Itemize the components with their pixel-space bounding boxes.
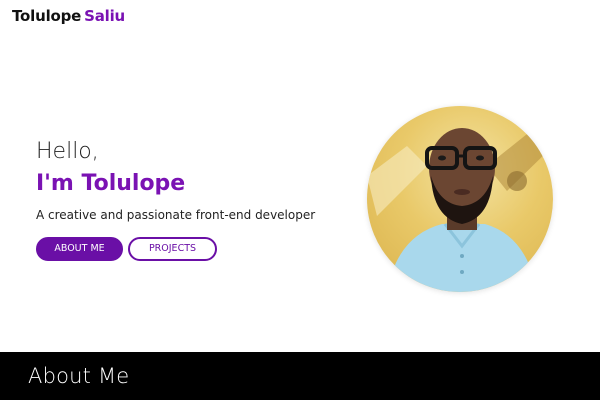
logo-last-name: Saliu: [84, 6, 126, 25]
about-me-button[interactable]: ABOUT ME: [36, 237, 123, 261]
about-section-header: About Me: [0, 352, 600, 400]
profile-photo-illustration: [367, 126, 553, 292]
about-section-title: About Me: [28, 364, 130, 388]
hero-section: Hello, I'm Tolulope A creative and passi…: [0, 31, 600, 352]
profile-photo: [367, 106, 553, 292]
greeting-text: Hello,: [36, 139, 99, 164]
hero-name: I'm Tolulope: [36, 171, 186, 196]
projects-button[interactable]: PROJECTS: [128, 237, 217, 261]
logo-first-name: Tolulope: [12, 6, 82, 25]
site-logo[interactable]: Tolulope Saliu: [12, 7, 125, 25]
hero-tagline: A creative and passionate front-end deve…: [36, 208, 316, 222]
navbar: Tolulope Saliu: [0, 0, 600, 31]
